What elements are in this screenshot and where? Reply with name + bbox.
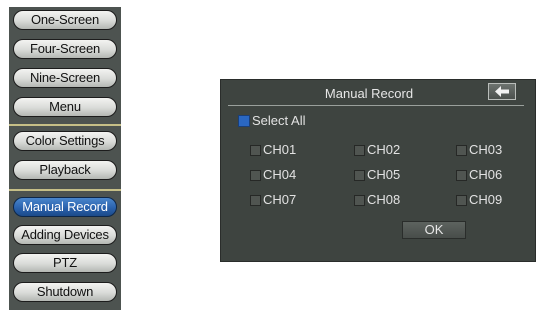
ch02-checkbox[interactable] [354, 144, 365, 156]
back-arrow-icon [495, 86, 509, 97]
title-divider [228, 105, 524, 106]
menu-separator [9, 124, 121, 126]
menu-separator [9, 189, 121, 191]
dialog-title: Manual Record [324, 86, 414, 101]
four-screen-button[interactable]: Four-Screen [13, 39, 117, 59]
ch05-checkbox[interactable] [354, 169, 365, 181]
ptz-button[interactable]: PTZ [13, 253, 117, 273]
adding-devices-button[interactable]: Adding Devices [13, 225, 117, 245]
channel-label: CH01 [263, 142, 297, 157]
ok-button[interactable]: OK [402, 221, 466, 239]
channel-item: CH09 [456, 193, 502, 207]
menu-button[interactable]: Menu [13, 97, 117, 117]
select-all-row: Select All [238, 114, 305, 128]
channel-label: CH08 [367, 192, 401, 207]
nine-screen-button[interactable]: Nine-Screen [13, 68, 117, 88]
channel-label: CH04 [263, 167, 297, 182]
ch03-checkbox[interactable] [456, 144, 467, 156]
channel-label: CH03 [469, 142, 503, 157]
manual-record-button[interactable]: Manual Record [13, 197, 117, 217]
playback-button[interactable]: Playback [13, 160, 117, 180]
manual-record-dialog: Manual Record Select All CH01 CH02 CH03 … [220, 79, 536, 262]
channel-label: CH07 [263, 192, 297, 207]
channel-item: CH05 [354, 168, 400, 182]
shutdown-button[interactable]: Shutdown [13, 282, 117, 302]
channel-item: CH08 [354, 193, 400, 207]
one-screen-button[interactable]: One-Screen [13, 10, 117, 30]
channel-item: CH04 [250, 168, 296, 182]
channel-item: CH06 [456, 168, 502, 182]
ch09-checkbox[interactable] [456, 194, 467, 206]
ch01-checkbox[interactable] [250, 144, 261, 156]
ch07-checkbox[interactable] [250, 194, 261, 206]
ch08-checkbox[interactable] [354, 194, 365, 206]
side-menu: One-Screen Four-Screen Nine-Screen Menu … [9, 7, 121, 310]
channel-item: CH03 [456, 143, 502, 157]
ch04-checkbox[interactable] [250, 169, 261, 181]
select-all-label: Select All [252, 113, 306, 128]
channel-label: CH09 [469, 192, 503, 207]
channel-item: CH07 [250, 193, 296, 207]
channel-item: CH01 [250, 143, 296, 157]
channel-label: CH02 [367, 142, 401, 157]
channel-label: CH05 [367, 167, 401, 182]
color-settings-button[interactable]: Color Settings [13, 131, 117, 151]
back-button[interactable] [488, 83, 516, 100]
channel-item: CH02 [354, 143, 400, 157]
channel-label: CH06 [469, 167, 503, 182]
ch06-checkbox[interactable] [456, 169, 467, 181]
select-all-checkbox[interactable] [238, 115, 250, 127]
